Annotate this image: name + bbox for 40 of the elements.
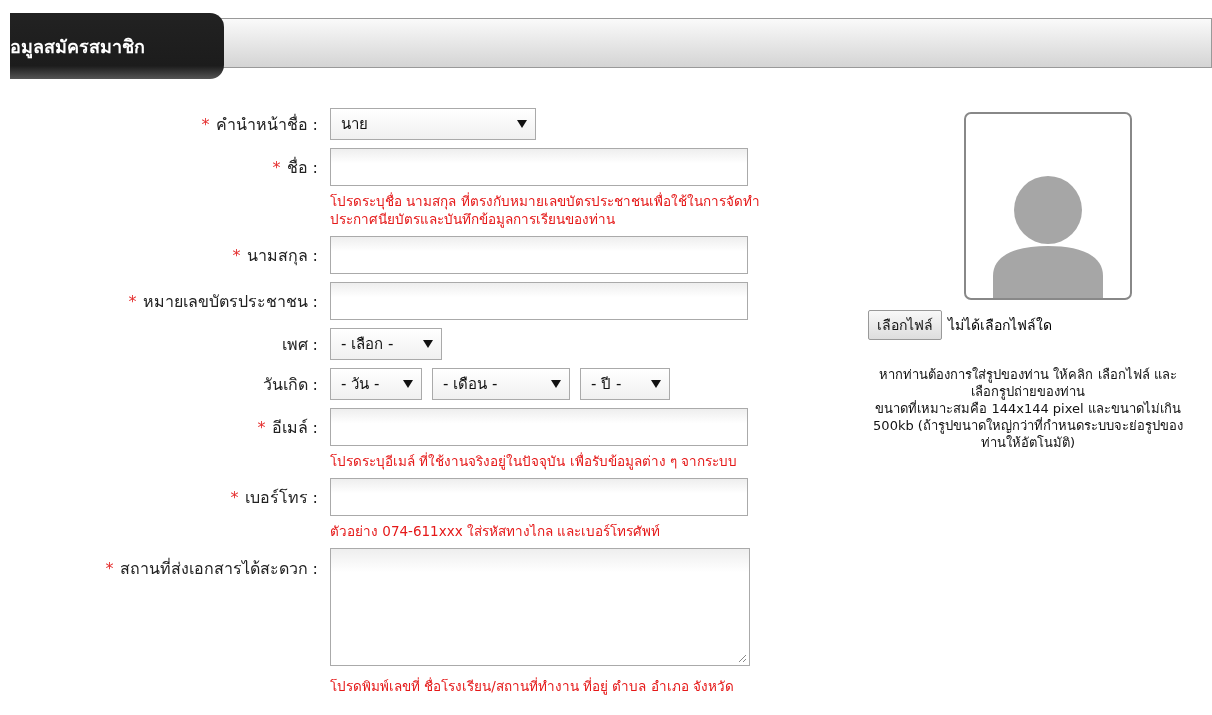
required-asterisk: *: [257, 417, 266, 437]
field-label: เพศ :: [281, 334, 318, 354]
required-asterisk: *: [201, 114, 210, 134]
dropdown-field[interactable]: - เลือก -: [330, 328, 442, 360]
input-field[interactable]: [330, 408, 748, 446]
field-label: เบอร์โทร :: [244, 487, 318, 507]
required-asterisk: *: [230, 487, 239, 507]
input-field[interactable]: [330, 478, 748, 516]
field-label: วันเกิด :: [262, 374, 318, 394]
file-status-text: ไม่ได้เลือกไฟล์ใด: [948, 316, 1052, 335]
caret-icon: [651, 380, 661, 388]
hint-text: โปรดระบุชื่อ นามสกุล ที่ตรงกับหมายเลขบัตรประชาชนเพื่อใช้ในการจัดทำ ประกาศนียบัตรและบันทึกข้อมูลการเรียนของท่าน: [330, 192, 761, 228]
field-label: นามสกุล :: [246, 245, 318, 265]
caret-icon: [423, 340, 433, 348]
field-label: อีเมล์ :: [271, 417, 318, 437]
caret-icon: [517, 120, 527, 128]
field-label: หมายเลขบัตรประชาชน :: [142, 291, 318, 311]
field-label: ชื่อ :: [286, 157, 318, 177]
input-field[interactable]: [330, 282, 748, 320]
dropdown-field[interactable]: - วัน -: [330, 368, 422, 400]
photo-instructions: หากท่านต้องการใส่รูปของท่าน ให้คลิก เลือกไฟล์ และเลือกรูปถ่ายของท่าน ขนาดที่เหมาะสมคือ 144x144 pixel และขนาดไม่เกิน 500kb (ถ้ารูปขนาดใหญ่กว่าที่กำหนดระบบจะย่อรูปของท่านให้อัตโนมัติ): [872, 366, 1184, 451]
textarea-field[interactable]: [330, 548, 750, 666]
field-label: คำนำหน้าชื่อ :: [215, 114, 318, 134]
dropdown-field[interactable]: นาย: [330, 108, 536, 140]
input-field[interactable]: [330, 236, 748, 274]
required-asterisk: *: [232, 245, 241, 265]
hint-text: ตัวอย่าง 074-611xxx ใส่รหัสทางไกล และเบอร์โทรศัพท์: [330, 522, 662, 540]
resize-grip-icon[interactable]: [738, 654, 747, 663]
caret-icon: [403, 380, 413, 388]
required-asterisk: *: [128, 291, 137, 311]
field-label: สถานที่ส่งเอกสารได้สะดวก :: [119, 559, 318, 578]
hint-text: โปรดระบุอีเมล์ ที่ใช้งานจริงอยู่ในปัจจุบัน เพื่อรับข้อมูลต่าง ๆ จากระบบ: [330, 452, 739, 470]
dropdown-field[interactable]: - เดือน -: [432, 368, 570, 400]
required-asterisk: *: [105, 559, 114, 578]
dropdown-field[interactable]: - ปี -: [580, 368, 670, 400]
input-field[interactable]: [330, 148, 748, 186]
required-asterisk: *: [272, 157, 281, 177]
choose-file-button[interactable]: เลือกไฟล์: [868, 310, 942, 340]
hint-text: โปรดพิมพ์เลขที่ ชื่อโรงเรียน/สถานที่ทำงาน ที่อยู่ ตำบล อำเภอ จังหวัด: [330, 677, 735, 695]
caret-icon: [551, 380, 561, 388]
